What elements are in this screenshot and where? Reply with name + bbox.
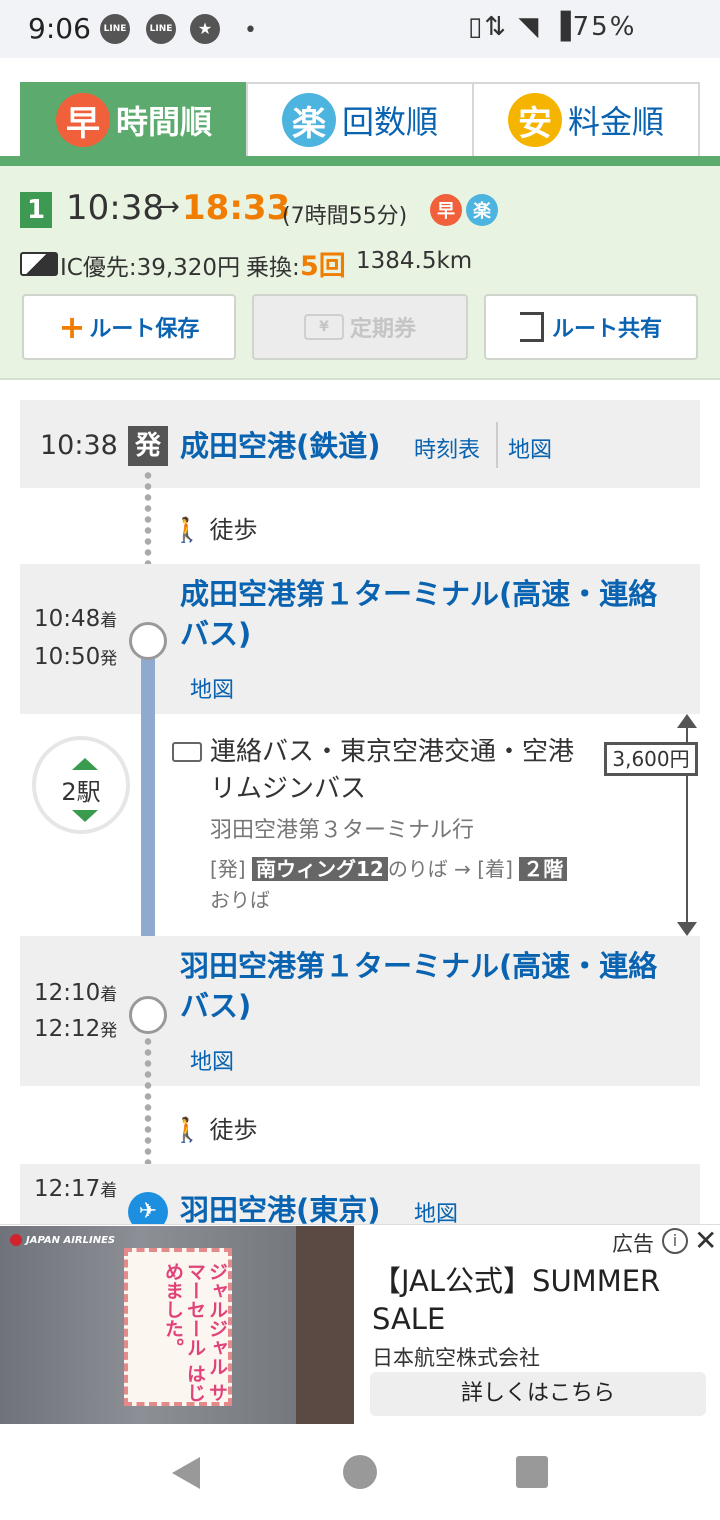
signal-icons: ▯⇅ ◥ ▐ [468, 12, 573, 42]
fast-badge-icon: 早 [55, 93, 110, 147]
share-route-button[interactable]: ルート共有 [484, 294, 698, 360]
transfers-count: 5回 [300, 251, 346, 282]
tab-label: 時間順 [115, 103, 212, 141]
line-app-icon: LINE [100, 14, 130, 44]
ad-image[interactable]: JAPAN AIRLINES ジャルジャル サマーセール はじめました。 [0, 1226, 354, 1424]
walk-label: 徒歩 [209, 516, 258, 544]
arrow-down-icon [677, 922, 697, 936]
tab-underline [0, 156, 720, 166]
yen-ticket-icon: ¥ [303, 314, 344, 340]
jal-crane-icon [10, 1234, 22, 1246]
depart-mark: 発 [128, 426, 168, 466]
bus-stop-node-icon [129, 996, 167, 1034]
fast-badge-icon: 早 [430, 194, 462, 226]
status-bar: 9:06 LINE LINE ★ • ▯⇅ ◥ ▐75% [0, 0, 720, 58]
time-arrow: → [158, 192, 180, 222]
walking-person-icon: 🚶 [172, 1116, 202, 1144]
arrival-time: 10:48着 [34, 606, 118, 632]
tab-fare-order[interactable]: 安 料金順 [472, 82, 700, 158]
bus-line-name: 連絡バス・東京空港交通・空港リムジンバス [210, 737, 575, 804]
arrival-time: 12:10着 [34, 980, 118, 1006]
departure-time: 10:50発 [34, 644, 118, 670]
arrival-platform: ２階 [519, 857, 568, 881]
link-divider [496, 422, 498, 468]
fare-badge: 3,600円 [604, 742, 698, 776]
jal-logo: JAPAN AIRLINES [10, 1234, 115, 1246]
plus-icon: + [58, 308, 86, 346]
ad-company: 日本航空株式会社 [372, 1346, 540, 1370]
bus-stop-pin-icon [129, 622, 167, 660]
bus-icon [172, 742, 202, 762]
transfers-label: 乗換: [246, 255, 300, 281]
walking-person-icon: 🚶 [172, 516, 202, 544]
ad-close-icon[interactable]: ✕ [694, 1224, 717, 1257]
stops-count: 2駅 [61, 778, 101, 806]
station-name[interactable]: 成田空港第１ターミナル(高速・連絡バス) [180, 574, 680, 654]
ad-cta-button[interactable]: 詳しくはこちら [370, 1372, 706, 1416]
commuter-pass-button[interactable]: ¥ 定期券 [252, 294, 468, 360]
ad-title[interactable]: 【JAL公式】SUMMER SALE [372, 1262, 702, 1338]
departure-platform: 南ウィング12 [251, 857, 388, 881]
share-route-label: ルート共有 [551, 317, 662, 342]
ad-poster: ジャルジャル サマーセール はじめました。 [124, 1248, 232, 1406]
back-icon[interactable] [172, 1457, 200, 1489]
walk-label: 徒歩 [209, 1116, 258, 1144]
walk-segment-2: 🚶 徒歩 [172, 1110, 258, 1145]
poster-text: ジャルジャル サマーセール はじめました。 [162, 1262, 228, 1402]
easy-badge-icon: 楽 [281, 93, 336, 147]
walk-segment-1: 🚶 徒歩 [172, 510, 258, 545]
ad-info-icon[interactable]: i [662, 1228, 688, 1254]
save-route-label: ルート保存 [89, 317, 200, 342]
ic-fare: IC優先:39,320円 [60, 255, 241, 281]
sort-tabs: 早 時間順 楽 回数順 安 料金順 [0, 82, 720, 166]
map-link[interactable]: 地図 [190, 1044, 234, 1076]
more-notifications-dot-icon: • [244, 18, 257, 43]
start-station-name[interactable]: 成田空港(鉄道) [180, 426, 381, 466]
departure-time: 12:12発 [34, 1016, 118, 1042]
battery-level: 75% [572, 12, 637, 42]
tab-label: 回数順 [341, 103, 438, 141]
arrive-time: 18:33 [182, 188, 291, 228]
bus-destination: 羽田空港第３ターミナル行 [210, 818, 475, 843]
expand-down-icon [72, 810, 98, 822]
start-time: 10:38 [40, 430, 118, 461]
door-frame [296, 1226, 354, 1424]
easy-badge-icon: 楽 [466, 194, 498, 226]
distance: 1384.5km [356, 248, 473, 274]
tab-time-order[interactable]: 早 時間順 [20, 82, 248, 158]
map-link[interactable]: 地図 [190, 672, 234, 704]
commuter-pass-label: 定期券 [349, 317, 416, 342]
station-name[interactable]: 羽田空港第１ターミナル(高速・連絡バス) [180, 946, 680, 1026]
ad-label: 広告 [612, 1232, 654, 1256]
line-app-icon: LINE [146, 14, 176, 44]
cheap-badge-icon: 安 [507, 93, 562, 147]
depart-time: 10:38 [66, 188, 164, 228]
expand-up-icon [72, 758, 98, 770]
arrival-time: 12:17着 [34, 1176, 118, 1202]
star-notification-icon: ★ [190, 14, 220, 44]
tab-label: 料金順 [567, 103, 664, 141]
recents-icon[interactable] [516, 1456, 548, 1488]
route-number: 1 [20, 192, 52, 228]
duration: (7時間55分) [282, 204, 408, 229]
tab-transfer-order[interactable]: 楽 回数順 [246, 82, 474, 158]
platform-info: [発] 南ウィング12 のりば → [着] ２階 おりば [210, 854, 610, 916]
timetable-link[interactable]: 時刻表 [414, 432, 480, 464]
ic-card-icon [20, 252, 58, 276]
status-right: ▯⇅ ◥ ▐75% [468, 12, 636, 42]
start-map-link[interactable]: 地図 [508, 432, 552, 464]
stops-count-toggle[interactable]: 2駅 [32, 736, 130, 834]
save-route-button[interactable]: + ルート保存 [22, 294, 236, 360]
status-time: 9:06 [28, 12, 91, 45]
arrow-up-icon [677, 714, 697, 728]
home-icon[interactable] [343, 1455, 377, 1489]
share-icon [519, 312, 544, 342]
